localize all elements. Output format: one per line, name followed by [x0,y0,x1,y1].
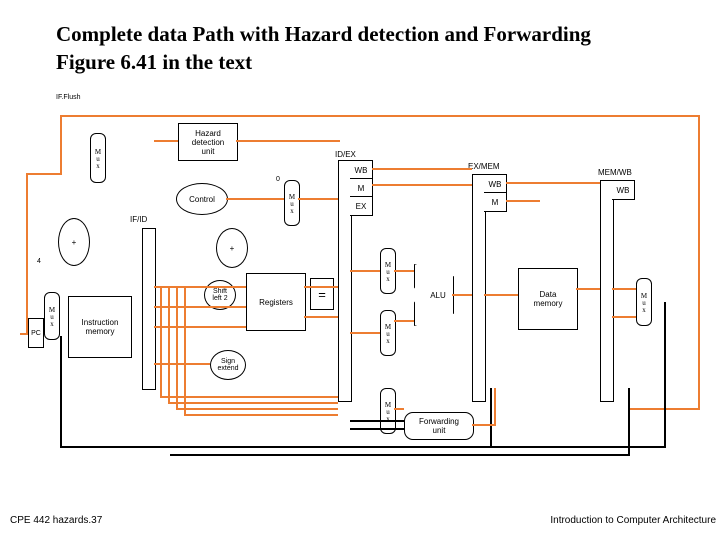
label-memwb: MEM/WB [598,168,632,177]
mux-pc: Mux [44,292,60,340]
wire [350,270,380,272]
imem-label: Instruction memory [82,318,119,336]
wire-black [350,428,404,430]
wire [472,424,496,426]
label-ifid: IF/ID [130,215,147,224]
alu-label: ALU [430,291,446,300]
exmem-m: M [484,192,507,212]
wire [698,115,700,410]
wire [506,200,540,202]
wire [372,168,472,170]
register-file: Registers [246,273,306,331]
wire [484,294,518,296]
wire-black [490,388,492,448]
alu: ALU [414,264,454,326]
wire [612,288,636,290]
control-unit: Control [176,183,228,215]
forwarding-unit: Forwarding unit [404,412,474,440]
wire [154,140,178,142]
idex-wb: WB [350,160,373,180]
wire-black [350,420,404,422]
wire-black [628,388,630,456]
title-line2: Figure 6.41 in the text [56,50,252,74]
wire [154,363,210,365]
wire [394,408,404,410]
footer-right: Introduction to Computer Architecture [550,515,716,526]
mux-wb: Mux [636,278,652,326]
adder-pc4: + [58,218,90,266]
comparator-equal: = [310,278,334,310]
wire [168,402,338,404]
wire [298,198,338,200]
wire [168,286,170,404]
wire-black [664,302,666,448]
wire [60,115,62,175]
sign-extend: Sign extend [210,350,246,380]
wire [26,173,28,335]
wire [176,408,338,410]
label-four: 4 [37,258,41,265]
wire [576,288,600,290]
memwb-register [600,180,614,402]
wire [226,198,284,200]
footer-left: CPE 442 hazards.37 [10,515,102,526]
ifid-register [142,228,156,390]
wire [394,320,414,322]
wire-black [60,446,666,448]
wire [160,396,338,398]
wire [26,173,60,175]
wire [160,286,162,398]
wire [394,270,414,272]
wire-black [60,336,62,448]
mux-control: Mux [284,180,300,226]
wire [236,140,340,142]
mux-alu-b: Mux [380,310,396,356]
memwb-wb: WB [612,180,635,200]
datapath-diagram: IF.Flush Mux + 4 Mux PC Instruction memo… [20,88,710,468]
wire [304,286,338,288]
data-memory: Data memory [518,268,578,330]
wire-black [170,454,630,456]
title-line1: Complete data Path with Hazard detection… [56,22,591,46]
wire [304,316,338,318]
idex-ex: EX [350,196,373,216]
plus-label: + [72,238,77,247]
wire [612,316,636,318]
wire [350,332,380,334]
idex-m: M [350,178,373,198]
wire [452,294,472,296]
exmem-wb: WB [484,174,507,194]
mux-ifflush: Mux [90,133,106,183]
pc-register: PC [28,318,44,348]
slide-title: Complete data Path with Hazard detection… [56,20,591,77]
wire [60,115,700,117]
label-ifflush: IF.Flush [56,94,81,101]
label-idex: ID/EX [335,150,356,159]
label-exmem: EX/MEM [468,162,500,171]
wire [494,388,496,426]
instruction-memory: Instruction memory [68,296,132,358]
hazard-detection-unit: Hazard detection unit [178,123,238,161]
plus2-label: + [230,244,235,253]
wire [506,182,600,184]
adder-branch: + [216,228,248,268]
label-zero: 0 [276,176,280,183]
wire [372,184,472,186]
wire [176,286,178,410]
wire [184,414,338,416]
